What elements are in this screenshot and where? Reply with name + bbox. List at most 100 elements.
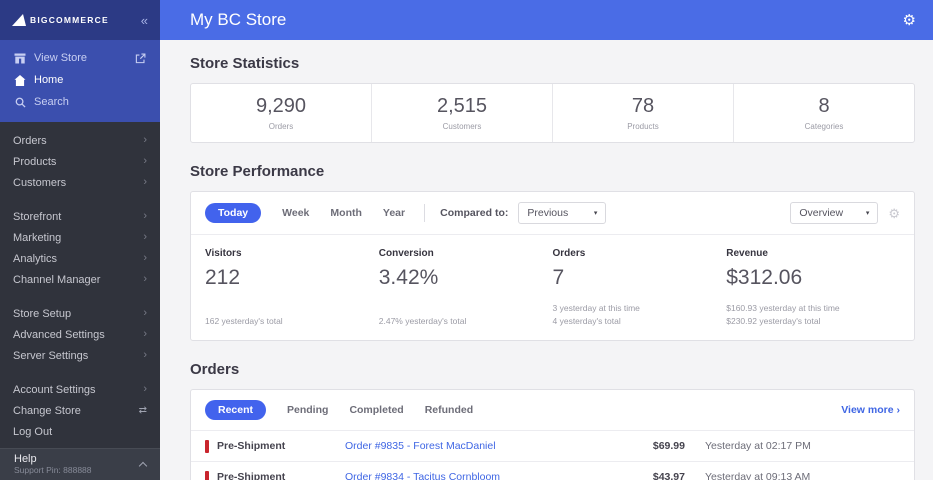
compared-to-value: Previous <box>527 207 569 219</box>
sidebar-item-store-setup[interactable]: Store Setup › <box>0 303 160 324</box>
metric-value: 7 <box>552 266 565 289</box>
tab-pending[interactable]: Pending <box>287 404 328 416</box>
chevron-right-icon: › <box>143 383 147 395</box>
sidebar-item-storefront[interactable]: Storefront › <box>0 206 160 227</box>
sidebar-item-label: Search <box>34 96 69 108</box>
sidebar-item-label: Account Settings <box>13 383 96 396</box>
sidebar-item-label: Products <box>13 155 57 168</box>
sidebar-quick-links: View Store Home Search <box>0 40 160 122</box>
sidebar-item-marketing[interactable]: Marketing › <box>0 227 160 248</box>
order-row: Pre-Shipment Order #9835 - Forest MacDan… <box>191 430 914 461</box>
metric-label: Conversion <box>378 248 434 259</box>
metric-orders: Orders 7 3 yesterday at this time 4 yest… <box>553 248 727 326</box>
sidebar-logo-bar: BIGCOMMERCE « <box>0 0 160 40</box>
tab-refunded[interactable]: Refunded <box>425 404 473 416</box>
vertical-divider <box>424 204 426 222</box>
tab-recent[interactable]: Recent <box>205 400 267 420</box>
sidebar-item-label: Storefront <box>13 210 62 223</box>
sidebar-item-label: View Store <box>34 52 87 64</box>
sidebar-item-view-store[interactable]: View Store <box>0 47 160 69</box>
metric-subtext: 162 yesterday's total <box>205 316 283 326</box>
main-area: My BC Store ⚙ Store Statistics 9,290 Ord… <box>160 0 933 480</box>
stat-value: 2,515 <box>436 95 488 117</box>
order-status-label: Pre-Shipment <box>217 440 286 452</box>
stat-value: 78 <box>631 95 655 117</box>
sidebar-collapse-icon[interactable]: « <box>141 14 148 27</box>
sidebar-item-customers[interactable]: Customers › <box>0 172 160 193</box>
nav-group-divider <box>0 193 160 206</box>
sidebar-item-label: Server Settings <box>13 349 89 362</box>
sidebar-item-advanced-settings[interactable]: Advanced Settings › <box>0 324 160 345</box>
tab-year[interactable]: Year <box>383 207 405 219</box>
metric-value: $312.06 <box>726 266 803 289</box>
sidebar-item-products[interactable]: Products › <box>0 151 160 172</box>
performance-controls: Today Week Month Year Compared to: Previ… <box>191 192 914 235</box>
stat-label: Orders <box>268 122 294 131</box>
dashboard-content: Store Statistics 9,290 Orders 2,515 Cust… <box>160 40 933 480</box>
chevron-right-icon: › <box>143 176 147 188</box>
sidebar-item-orders[interactable]: Orders › <box>0 130 160 151</box>
chevron-right-icon: › <box>143 231 147 243</box>
nav-group-divider <box>0 366 160 379</box>
order-timestamp: Yesterday at 09:13 AM <box>705 471 811 480</box>
metric-revenue: Revenue $312.06 $160.93 yesterday at thi… <box>726 248 900 326</box>
store-performance-title: Store Performance <box>190 163 325 180</box>
stat-value: 9,290 <box>255 95 307 117</box>
view-select[interactable]: Overview ▾ <box>790 202 879 224</box>
sidebar-item-log-out[interactable]: Log Out <box>0 421 160 442</box>
order-link[interactable]: Order #9835 - Forest MacDaniel <box>345 440 630 452</box>
nav-group-divider <box>0 290 160 303</box>
sidebar: BIGCOMMERCE « View Store Home Search Ord… <box>0 0 160 480</box>
help-text-block: Help Support Pin: 888888 <box>14 453 92 475</box>
store-header-bar: My BC Store ⚙ <box>160 0 933 40</box>
stat-label: Customers <box>442 122 482 131</box>
sidebar-item-change-store[interactable]: Change Store ⇄ <box>0 400 160 421</box>
sidebar-item-channel-manager[interactable]: Channel Manager › <box>0 269 160 290</box>
external-link-icon <box>135 53 146 64</box>
sidebar-item-label: Change Store <box>13 404 81 417</box>
sidebar-item-search[interactable]: Search <box>0 91 160 113</box>
tab-today[interactable]: Today <box>205 203 262 223</box>
order-amount: $43.97 <box>652 471 685 480</box>
sidebar-item-label: Log Out <box>13 425 53 438</box>
stat-products: 78 Products <box>553 84 734 142</box>
chevron-right-icon: › <box>143 273 147 285</box>
store-statistics-card: 9,290 Orders 2,515 Customers 78 Products… <box>190 83 915 143</box>
stat-orders: 9,290 Orders <box>191 84 372 142</box>
status-color-bar <box>205 470 209 480</box>
sidebar-item-server-settings[interactable]: Server Settings › <box>0 345 160 366</box>
performance-settings-gear-icon[interactable]: ⚙ <box>888 207 900 220</box>
caret-down-icon: ▾ <box>593 210 598 217</box>
metric-label: Orders <box>552 248 586 259</box>
swap-store-icon: ⇄ <box>138 405 147 416</box>
chevron-right-icon: › <box>896 404 901 416</box>
sidebar-item-analytics[interactable]: Analytics › <box>0 248 160 269</box>
sidebar-item-account-settings[interactable]: Account Settings › <box>0 379 160 400</box>
store-name-title: My BC Store <box>190 10 287 29</box>
sidebar-nav: Orders › Products › Customers › Storefro… <box>0 122 160 448</box>
sidebar-item-label: Advanced Settings <box>13 328 105 341</box>
order-link[interactable]: Order #9834 - Tacitus Cornbloom <box>345 471 630 480</box>
stat-value: 8 <box>818 95 830 117</box>
view-more-label: View more <box>841 404 894 416</box>
order-row: Pre-Shipment Order #9834 - Tacitus Cornb… <box>191 461 914 480</box>
metric-value: 212 <box>205 266 241 289</box>
sidebar-item-home[interactable]: Home <box>0 69 160 91</box>
logo-text: BIGCOMMERCE <box>30 15 109 25</box>
order-status: Pre-Shipment <box>205 470 345 480</box>
tab-completed[interactable]: Completed <box>349 404 403 416</box>
order-status: Pre-Shipment <box>205 439 345 453</box>
sidebar-help-panel[interactable]: Help Support Pin: 888888 <box>0 448 160 480</box>
metric-visitors: Visitors 212 162 yesterday's total <box>205 248 379 326</box>
chevron-right-icon: › <box>143 328 147 340</box>
order-timestamp: Yesterday at 02:17 PM <box>705 440 811 452</box>
store-performance-card: Today Week Month Year Compared to: Previ… <box>190 191 915 341</box>
tab-month[interactable]: Month <box>330 207 362 219</box>
store-settings-gear-icon[interactable]: ⚙ <box>903 13 916 28</box>
performance-metrics: Visitors 212 162 yesterday's total Conve… <box>191 235 914 340</box>
view-more-link[interactable]: View more › <box>841 404 900 416</box>
compared-to-select[interactable]: Previous ▾ <box>518 202 607 224</box>
stat-label: Categories <box>804 122 844 131</box>
metric-value: 3.42% <box>378 266 439 289</box>
tab-week[interactable]: Week <box>282 207 309 219</box>
